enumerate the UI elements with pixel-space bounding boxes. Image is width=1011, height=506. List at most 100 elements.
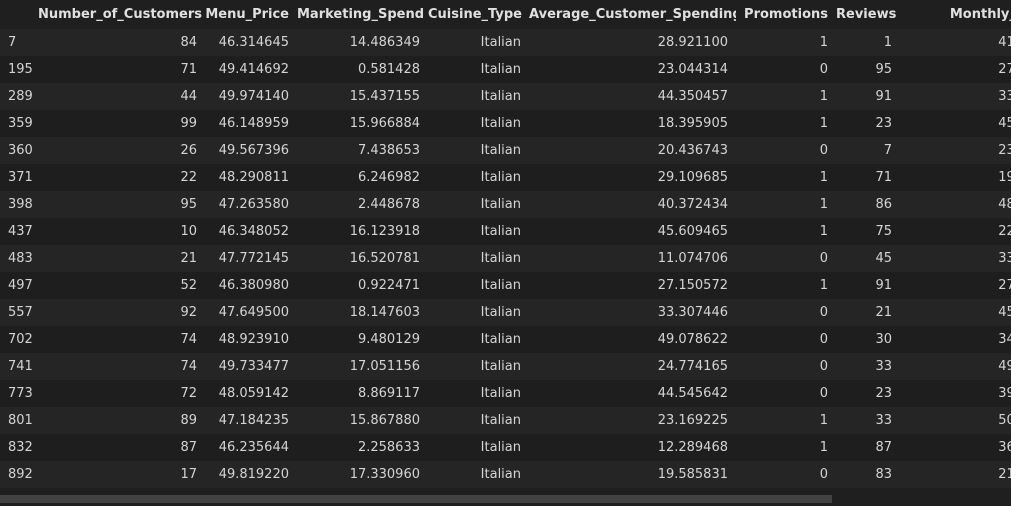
cell-menu-price: 49.414692 (205, 56, 297, 83)
cell-index: 360 (0, 137, 38, 164)
column-header-promotions[interactable]: Promotions (736, 0, 836, 29)
cell-index: 195 (0, 56, 38, 83)
cell-cuisine-type: Italian (428, 380, 529, 407)
cell-marketing-spend: 17.051156 (297, 353, 428, 380)
cell-promotions: 0 (736, 245, 836, 272)
cell-index: 371 (0, 164, 38, 191)
cell-cuisine-type: Italian (428, 245, 529, 272)
cell-number-of-customers: 92 (38, 299, 205, 326)
cell-promotions: 1 (736, 434, 836, 461)
cell-marketing-spend: 9.480129 (297, 326, 428, 353)
cell-marketing-spend: 0.581428 (297, 56, 428, 83)
cell-reviews: 7 (836, 137, 900, 164)
column-header-cuisine-type[interactable]: Cuisine_Type (428, 0, 529, 29)
cell-menu-price: 46.380980 (205, 272, 297, 299)
cell-monthly-revenue: 228.943 (900, 218, 1011, 245)
column-header-reviews[interactable]: Reviews (836, 0, 900, 29)
cell-average-customer-spending: 45.609465 (529, 218, 736, 245)
cell-index: 741 (0, 353, 38, 380)
table-row: 801 89 47.184235 15.867880 Italian 23.169225 1… (0, 407, 1011, 434)
cell-marketing-spend: 16.520781 (297, 245, 428, 272)
cell-number-of-customers: 84 (38, 29, 205, 56)
table-row: 892 17 49.819220 17.330960 Italian 19.585831 0… (0, 461, 1011, 488)
cell-marketing-spend: 7.438653 (297, 137, 428, 164)
table-row: 360 26 49.567396 7.438653 Italian 20.436743 0 7… (0, 137, 1011, 164)
horizontal-scrollbar-thumb[interactable] (0, 495, 832, 503)
cell-number-of-customers: 95 (38, 191, 205, 218)
cell-menu-price: 48.923910 (205, 326, 297, 353)
cell-number-of-customers: 52 (38, 272, 205, 299)
cell-reviews: 45 (836, 245, 900, 272)
cell-reviews: 1 (836, 29, 900, 56)
cell-marketing-spend: 16.123918 (297, 218, 428, 245)
cell-index: 7 (0, 29, 38, 56)
cell-monthly-revenue: 336.395 (900, 245, 1011, 272)
cell-reviews: 33 (836, 407, 900, 434)
cell-average-customer-spending: 28.921100 (529, 29, 736, 56)
cell-cuisine-type: Italian (428, 83, 529, 110)
cell-promotions: 1 (736, 407, 836, 434)
cell-marketing-spend: 8.869117 (297, 380, 428, 407)
cell-monthly-revenue: 219.584 (900, 461, 1011, 488)
table-row: 7 84 46.314645 14.486349 Italian 28.921100 1 1 4… (0, 29, 1011, 56)
cell-menu-price: 48.059142 (205, 380, 297, 407)
cell-average-customer-spending: 27.150572 (529, 272, 736, 299)
column-header-average-customer-spending[interactable]: Average_Customer_Spending (529, 0, 736, 29)
cell-menu-price: 47.184235 (205, 407, 297, 434)
cell-number-of-customers: 17 (38, 461, 205, 488)
cell-menu-price: 47.649500 (205, 299, 297, 326)
cell-marketing-spend: 6.246982 (297, 164, 428, 191)
cell-index: 289 (0, 83, 38, 110)
cell-menu-price: 49.974140 (205, 83, 297, 110)
cell-reviews: 87 (836, 434, 900, 461)
column-header-monthly-revenue[interactable]: Monthly_Reve (900, 0, 1011, 29)
cell-promotions: 0 (736, 461, 836, 488)
cell-average-customer-spending: 33.307446 (529, 299, 736, 326)
cell-marketing-spend: 17.330960 (297, 461, 428, 488)
cell-reviews: 95 (836, 56, 900, 83)
cell-promotions: 0 (736, 353, 836, 380)
cell-reviews: 23 (836, 110, 900, 137)
cell-index: 832 (0, 434, 38, 461)
cell-index: 557 (0, 299, 38, 326)
cell-marketing-spend: 18.147603 (297, 299, 428, 326)
cell-reviews: 91 (836, 83, 900, 110)
header-row: Number_of_Customers Menu_Price Marketing… (0, 0, 1011, 29)
cell-number-of-customers: 72 (38, 380, 205, 407)
cell-average-customer-spending: 44.350457 (529, 83, 736, 110)
cell-cuisine-type: Italian (428, 299, 529, 326)
cell-monthly-revenue: 198.886 (900, 164, 1011, 191)
cell-monthly-revenue: 480.754 (900, 191, 1011, 218)
cell-monthly-revenue: 454.689 (900, 299, 1011, 326)
cell-index: 437 (0, 218, 38, 245)
cell-monthly-revenue: 417.158 (900, 29, 1011, 56)
cell-marketing-spend: 15.867880 (297, 407, 428, 434)
cell-reviews: 71 (836, 164, 900, 191)
cell-promotions: 1 (736, 83, 836, 110)
cell-promotions: 0 (736, 326, 836, 353)
cell-monthly-revenue: 270.513 (900, 56, 1011, 83)
horizontal-scrollbar[interactable] (0, 492, 1011, 506)
column-header-number-of-customers[interactable]: Number_of_Customers (38, 0, 205, 29)
table-row: 702 74 48.923910 9.480129 Italian 49.078622 0 3… (0, 326, 1011, 353)
cell-index: 497 (0, 272, 38, 299)
cell-average-customer-spending: 11.074706 (529, 245, 736, 272)
table-row: 359 99 46.148959 15.966884 Italian 18.395905 1… (0, 110, 1011, 137)
column-header-marketing-spend[interactable]: Marketing_Spend (297, 0, 428, 29)
cell-cuisine-type: Italian (428, 434, 529, 461)
cell-marketing-spend: 15.437155 (297, 83, 428, 110)
cell-marketing-spend: 0.922471 (297, 272, 428, 299)
cell-cuisine-type: Italian (428, 164, 529, 191)
cell-index: 773 (0, 380, 38, 407)
column-header-menu-price[interactable]: Menu_Price (205, 0, 297, 29)
cell-cuisine-type: Italian (428, 29, 529, 56)
cell-reviews: 75 (836, 218, 900, 245)
cell-promotions: 1 (736, 110, 836, 137)
cell-monthly-revenue: 274.184 (900, 272, 1011, 299)
cell-menu-price: 46.348052 (205, 218, 297, 245)
cell-reviews: 91 (836, 272, 900, 299)
table-row: 557 92 47.649500 18.147603 Italian 33.307446 0… (0, 299, 1011, 326)
cell-marketing-spend: 2.258633 (297, 434, 428, 461)
cell-index: 801 (0, 407, 38, 434)
cell-promotions: 1 (736, 218, 836, 245)
